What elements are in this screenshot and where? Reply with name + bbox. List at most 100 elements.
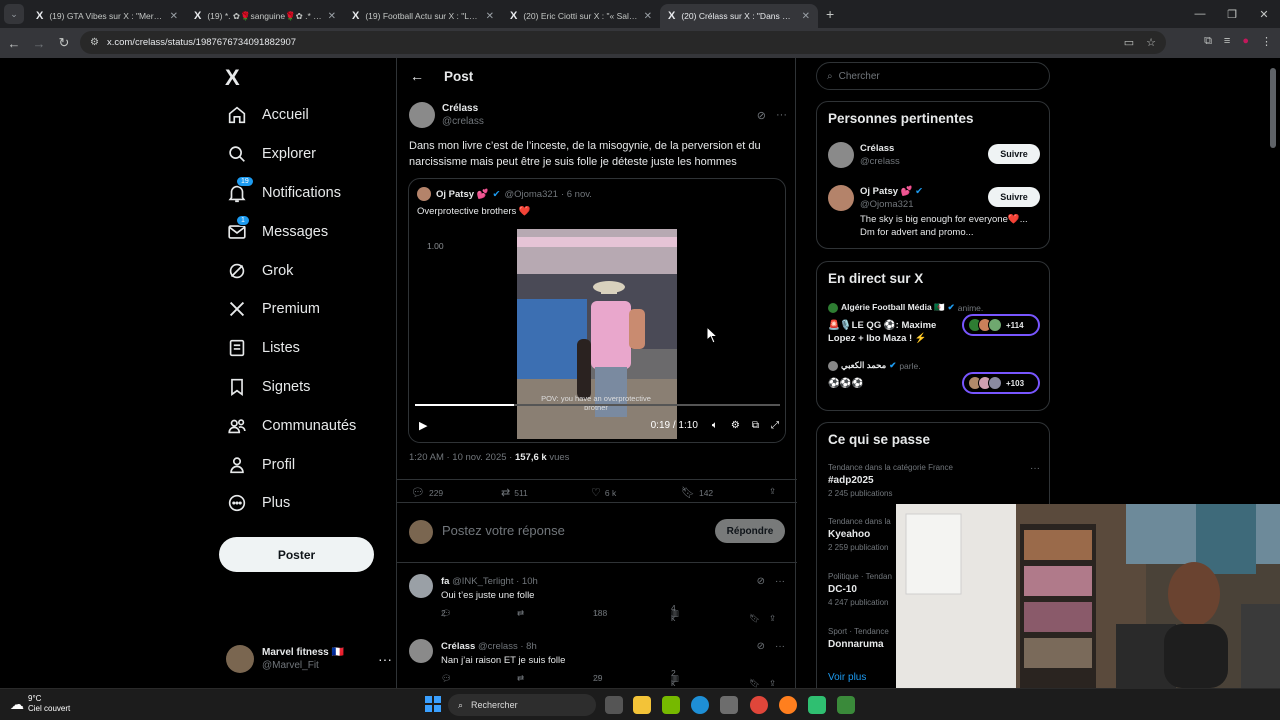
pip-icon[interactable]: ⧉ bbox=[752, 420, 759, 431]
start-icon[interactable] bbox=[425, 696, 441, 712]
nav-item-home[interactable]: Accueil bbox=[218, 96, 356, 135]
nav-item-bookmarks[interactable]: Signets bbox=[218, 368, 356, 407]
reply-input[interactable]: Postez votre réponse bbox=[442, 523, 565, 538]
file-explorer-icon[interactable] bbox=[633, 696, 651, 714]
forward-icon[interactable]: → bbox=[28, 36, 50, 51]
nav-item-more[interactable]: Plus bbox=[218, 484, 356, 523]
live-space-item[interactable]: Algérie Football Média 🇩🇿 ✔ anime. 🚨🎙️LE Q… bbox=[828, 302, 1040, 345]
browser-tab[interactable]: X (19) GTA Vibes sur X : "Merci. G ✕ bbox=[28, 4, 186, 28]
back-icon[interactable]: ← bbox=[3, 36, 25, 51]
bookmark-star-icon[interactable]: ☆ bbox=[1146, 36, 1156, 49]
bookmark-action[interactable]: 🔖︎ 142 bbox=[681, 486, 713, 499]
nav-item-communities[interactable]: Communautés bbox=[218, 406, 356, 445]
back-arrow-icon[interactable]: ← bbox=[410, 68, 424, 84]
extensions-icon[interactable]: ⧉ bbox=[1204, 35, 1212, 48]
settings-icon[interactable]: ⚙ bbox=[731, 420, 740, 431]
video-progress-bar[interactable] bbox=[415, 404, 780, 406]
reply-author-handle[interactable]: @crelass bbox=[478, 641, 518, 652]
app-icon[interactable] bbox=[837, 696, 855, 714]
profile-avatar-icon[interactable]: ● bbox=[1242, 35, 1249, 48]
nav-item-messages[interactable]: 1 Messages bbox=[218, 212, 356, 251]
video-player[interactable]: 1.00 POV: you have an overprotective bro… bbox=[409, 224, 785, 442]
search-input[interactable]: ⌕ Chercher bbox=[816, 62, 1050, 90]
close-tab-icon[interactable]: ✕ bbox=[802, 11, 810, 22]
share-icon[interactable]: ⇪ bbox=[769, 613, 776, 624]
address-bar[interactable]: ⚙ x.com/crelass/status/19876767340918829… bbox=[80, 31, 1166, 54]
more-dots-icon[interactable]: ··· bbox=[776, 109, 787, 122]
page-scrollbar[interactable] bbox=[1270, 68, 1276, 148]
minimize-icon[interactable]: — bbox=[1184, 8, 1216, 20]
quoted-tweet[interactable]: Oj Patsy 💕 ✔ @Ojoma321 · 6 nov. Overprot… bbox=[408, 178, 786, 443]
close-tab-icon[interactable]: ✕ bbox=[170, 11, 178, 22]
nav-item-profile[interactable]: Profil bbox=[218, 445, 356, 484]
nav-item-grok[interactable]: Grok bbox=[218, 251, 356, 290]
tab-search-button[interactable]: ⌄ bbox=[4, 4, 24, 24]
person-item[interactable]: Crélass @crelass Suivre bbox=[828, 142, 1040, 174]
reply-item[interactable]: fa @INK_Terlight · 10h Oui t’es juste un… bbox=[397, 568, 797, 633]
close-tab-icon[interactable]: ✕ bbox=[644, 11, 652, 22]
cast-icon[interactable]: ▭ bbox=[1124, 36, 1134, 49]
like-action[interactable]: ♡ 6 k bbox=[591, 486, 616, 499]
x-logo[interactable]: X bbox=[225, 65, 240, 91]
volume-icon[interactable]: 🔈︎ bbox=[712, 420, 718, 431]
bookmark-icon[interactable]: 🔖︎ bbox=[749, 613, 760, 624]
edge-icon[interactable] bbox=[691, 696, 709, 714]
author-name[interactable]: Crélass bbox=[442, 102, 484, 115]
follow-button[interactable]: Suivre bbox=[988, 144, 1040, 164]
close-tab-icon[interactable]: ✕ bbox=[328, 11, 336, 22]
task-view-icon[interactable] bbox=[605, 696, 623, 714]
chrome-icon[interactable] bbox=[750, 696, 768, 714]
media-icon[interactable]: ≡ bbox=[1224, 35, 1230, 48]
nvidia-icon[interactable] bbox=[662, 696, 680, 714]
avatar[interactable] bbox=[409, 574, 433, 598]
site-info-icon[interactable]: ⚙ bbox=[90, 37, 99, 48]
nav-item-explore[interactable]: Explorer bbox=[218, 135, 356, 174]
more-dots-icon[interactable]: ··· bbox=[378, 651, 392, 667]
more-dots-icon[interactable]: ··· bbox=[775, 576, 785, 587]
reply-action[interactable]: 💬︎ 229 bbox=[411, 486, 443, 499]
app-icon[interactable] bbox=[808, 696, 826, 714]
avatar[interactable] bbox=[409, 102, 435, 128]
new-tab-button[interactable]: + bbox=[826, 6, 834, 22]
trend-item[interactable]: Tendance dans la catégorie France #adp20… bbox=[828, 463, 1040, 498]
more-dots-icon[interactable]: ··· bbox=[1030, 463, 1040, 474]
fullscreen-icon[interactable]: ⤢ bbox=[771, 420, 779, 431]
author-handle[interactable]: @crelass bbox=[442, 115, 484, 128]
share-icon[interactable]: ⇪ bbox=[769, 486, 776, 497]
grok-icon[interactable]: ⊘ bbox=[757, 109, 766, 122]
weather-widget[interactable]: ☁ 9°C Ciel couvert bbox=[10, 694, 70, 714]
nav-item-notifications[interactable]: 19 Notifications bbox=[218, 174, 356, 213]
browser-tab[interactable]: X (19) *. ✿🌹sanguine🌹✿ .* (@ ✕ bbox=[186, 4, 344, 28]
avatar[interactable] bbox=[409, 639, 433, 663]
listeners-pill[interactable]: +114 bbox=[962, 314, 1040, 336]
grok-icon[interactable]: ⊘ bbox=[757, 641, 765, 652]
taskbar-search[interactable]: ⌕ Rechercher bbox=[448, 694, 596, 716]
browser-tab[interactable]: X (20) Eric Ciotti sur X : "« Sale gu ✕ bbox=[502, 4, 660, 28]
see-more-link[interactable]: Voir plus bbox=[828, 672, 866, 683]
post-button[interactable]: Poster bbox=[219, 537, 374, 572]
menu-icon[interactable]: ⋮ bbox=[1261, 35, 1272, 48]
browser-tab[interactable]: X (19) Football Actu sur X : "Luca ✕ bbox=[344, 4, 502, 28]
account-switcher[interactable]: Marvel fitness 🇫🇷 @Marvel_Fit ··· bbox=[226, 643, 392, 675]
retweet-action[interactable]: ⇄ 511 bbox=[501, 486, 528, 499]
grok-icon[interactable]: ⊘ bbox=[757, 576, 765, 587]
reload-icon[interactable]: ↻ bbox=[53, 35, 75, 51]
nav-item-lists[interactable]: Listes bbox=[218, 329, 356, 368]
reply-author-name[interactable]: Crélass bbox=[441, 641, 475, 652]
close-tab-icon[interactable]: ✕ bbox=[486, 11, 494, 22]
play-icon[interactable]: ▶ bbox=[419, 419, 427, 432]
firefox-icon[interactable] bbox=[779, 696, 797, 714]
close-window-icon[interactable]: ✕ bbox=[1248, 8, 1280, 21]
nav-item-premium[interactable]: Premium bbox=[218, 290, 356, 329]
reply-author-name[interactable]: fa bbox=[441, 576, 449, 587]
browser-tab-active[interactable]: X (20) Crélass sur X : "Dans mon l ✕ bbox=[660, 4, 818, 28]
store-icon[interactable] bbox=[720, 696, 738, 714]
reply-button[interactable]: Répondre bbox=[715, 519, 785, 543]
follow-button[interactable]: Suivre bbox=[988, 187, 1040, 207]
listeners-pill[interactable]: +103 bbox=[962, 372, 1040, 394]
person-item[interactable]: Oj Patsy 💕 ✔ @Ojoma321 The sky is big en… bbox=[828, 185, 1040, 245]
restore-icon[interactable]: ❐ bbox=[1216, 8, 1248, 21]
live-space-item[interactable]: محمد الكعبي ✔ parle. ⚽⚽⚽ +103 bbox=[828, 360, 1040, 394]
more-dots-icon[interactable]: ··· bbox=[775, 641, 785, 652]
reply-author-handle[interactable]: @INK_Terlight bbox=[452, 576, 513, 587]
